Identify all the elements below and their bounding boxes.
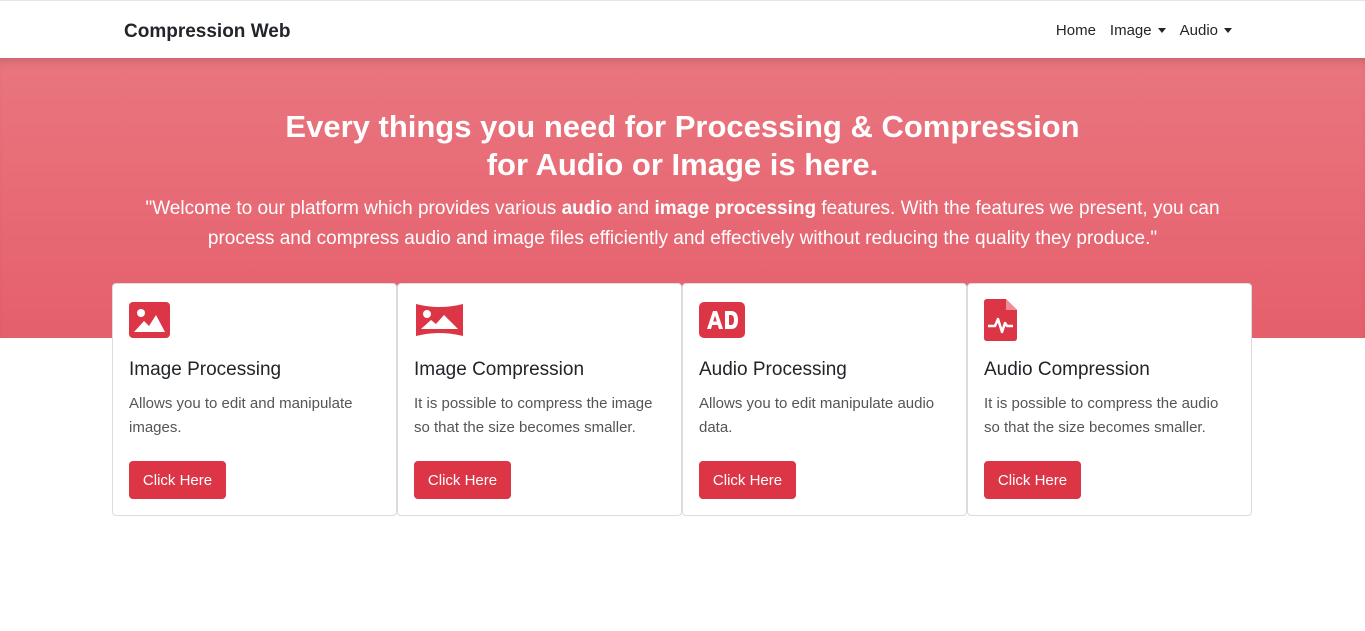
- audio-description-icon: [699, 302, 745, 343]
- hero-text-part: and: [612, 198, 655, 219]
- caret-down-icon: [1224, 28, 1232, 33]
- card-text: It is possible to compress the image so …: [414, 395, 653, 436]
- hero-title-line-2: for Audio or Image is here.: [486, 147, 879, 182]
- navbar: Compression Web Home Image Audio: [0, 0, 1365, 58]
- card-audio-processing: Audio Processing Allows you to edit mani…: [682, 283, 967, 516]
- card-image-compression: Image Compression It is possible to comp…: [397, 283, 682, 516]
- card-text: Allows you to edit and manipulate images…: [129, 395, 353, 436]
- file-medical-icon: [984, 299, 1017, 346]
- nav-item-image-dropdown[interactable]: Image: [1110, 22, 1166, 39]
- nav-item-label: Home: [1055, 22, 1096, 39]
- hero-title: Every things you need for Processing & C…: [0, 108, 1365, 184]
- card-title: Audio Processing: [699, 359, 847, 380]
- card-title: Image Processing: [129, 359, 282, 380]
- card-audio-compression: Audio Compression It is possible to comp…: [967, 283, 1252, 516]
- caret-down-icon: [1157, 28, 1166, 33]
- hero-text-bold: audio: [561, 198, 613, 219]
- card-text: Allows you to edit manipulate audio data…: [699, 395, 935, 436]
- nav-item-label: Audio: [1179, 22, 1218, 39]
- panorama-icon: [414, 302, 465, 343]
- click-here-button[interactable]: Click Here: [414, 461, 511, 499]
- hero-text-part: "Welcome to our platform which provides …: [145, 198, 562, 219]
- image-icon: [129, 302, 170, 343]
- feature-cards: Image Processing Allows you to edit and …: [112, 283, 1252, 516]
- click-here-button[interactable]: Click Here: [699, 461, 796, 499]
- card-image-processing: Image Processing Allows you to edit and …: [112, 283, 397, 516]
- hero-title-line-1: Every things you need for Processing & C…: [285, 109, 1080, 144]
- click-here-button[interactable]: Click Here: [129, 461, 226, 499]
- nav-item-label: Image: [1109, 22, 1152, 39]
- hero-text-bold: image processing: [654, 198, 817, 219]
- card-text: It is possible to compress the audio so …: [984, 395, 1219, 436]
- nav-menu: Home Image Audio: [1056, 22, 1232, 39]
- card-title: Audio Compression: [984, 359, 1150, 380]
- nav-item-audio-dropdown[interactable]: Audio: [1180, 22, 1232, 39]
- nav-item-home[interactable]: Home: [1056, 22, 1096, 39]
- brand-logo-text[interactable]: Compression Web: [124, 21, 290, 43]
- click-here-button[interactable]: Click Here: [984, 461, 1081, 499]
- card-title: Image Compression: [414, 359, 585, 380]
- hero-description: "Welcome to our platform which provides …: [130, 194, 1235, 254]
